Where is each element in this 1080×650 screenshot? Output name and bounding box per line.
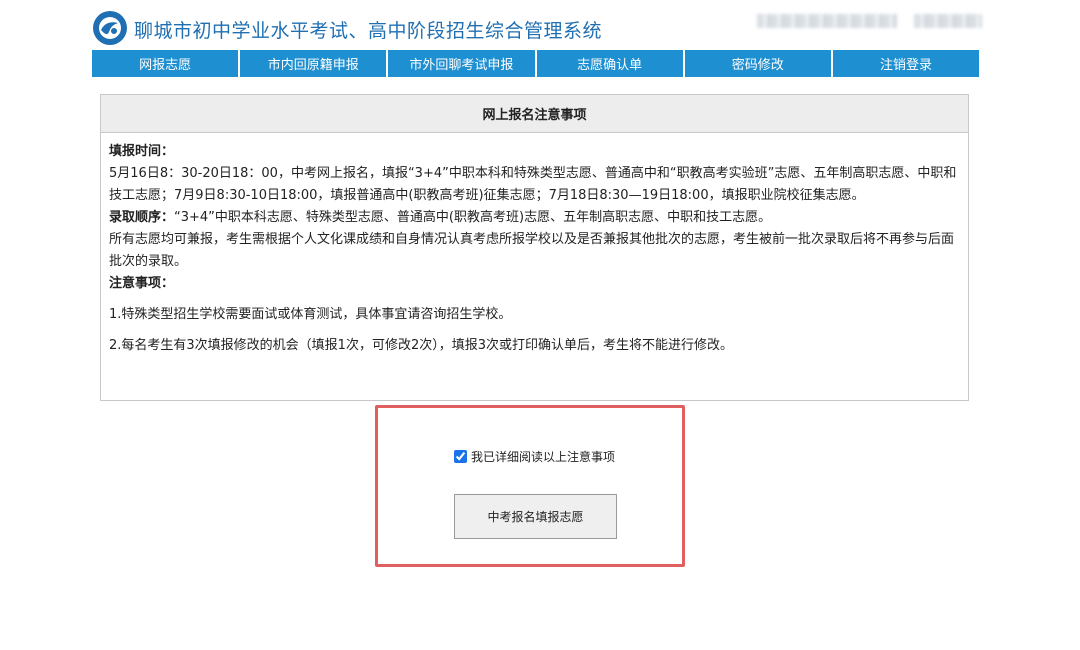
nav-item-change-password[interactable]: 密码修改 <box>684 50 831 77</box>
swirl-logo-icon <box>93 11 127 45</box>
top-nav: 网报志愿 市内回原籍申报 市外回聊考试申报 志愿确认单 密码修改 注销登录 <box>92 50 980 77</box>
agreement-label: 我已详细阅读以上注意事项 <box>471 450 616 464</box>
nav-item-logout[interactable]: 注销登录 <box>832 50 980 77</box>
admission-order: 录取顺序：“3+4”中职本科志愿、特殊类型志愿、普通高中(职教高考班)志愿、五年… <box>109 207 958 229</box>
fill-time-label: 填报时间： <box>109 144 175 159</box>
note-item-1: 1.特殊类型招生学校需要面试或体育测试，具体事宜请咨询招生学校。 <box>109 307 512 322</box>
notice-title: 网上报名注意事项 <box>101 95 968 133</box>
highlight-box <box>375 405 685 567</box>
system-title: 聊城市初中学业水平考试、高中阶段招生综合管理系统 <box>134 20 603 42</box>
nav-item-return-in-city[interactable]: 市内回原籍申报 <box>240 50 387 77</box>
notes-label: 注意事项： <box>109 276 175 291</box>
notice-panel: 网上报名注意事项 填报时间： 5月16日8：30-20日18：00，中考网上报名… <box>100 94 969 401</box>
agreement-checkbox-row[interactable]: 我已详细阅读以上注意事项 <box>454 448 615 465</box>
all-apply-text: 所有志愿均可兼报，考生需根据个人文化课成绩和自身情况认真考虑所报学校以及是否兼报… <box>109 232 955 269</box>
admission-order-label: 录取顺序： <box>109 210 175 225</box>
apply-volunteer-button[interactable]: 中考报名填报志愿 <box>454 494 617 539</box>
agreement-checkbox[interactable] <box>454 450 467 463</box>
logout-info-blurred <box>914 14 982 28</box>
fill-time-text: 5月16日8：30-20日18：00，中考网上报名，填报“3+4”中职本科和特殊… <box>109 166 957 203</box>
admission-order-text: “3+4”中职本科志愿、特殊类型志愿、普通高中(职教高考班)志愿、五年制高职志愿… <box>174 210 772 225</box>
user-info-blurred <box>757 14 897 28</box>
nav-item-apply[interactable]: 网报志愿 <box>92 50 239 77</box>
nav-item-return-out-city[interactable]: 市外回聊考试申报 <box>388 50 535 77</box>
header: 聊城市初中学业水平考试、高中阶段招生综合管理系统 <box>92 10 982 48</box>
notice-body: 填报时间： 5月16日8：30-20日18：00，中考网上报名，填报“3+4”中… <box>101 133 968 357</box>
note-item-2: 2.每名考生有3次填报修改的机会（填报1次，可修改2次），填报3次或打印确认单后… <box>109 338 733 353</box>
nav-item-confirm-sheet[interactable]: 志愿确认单 <box>536 50 683 77</box>
